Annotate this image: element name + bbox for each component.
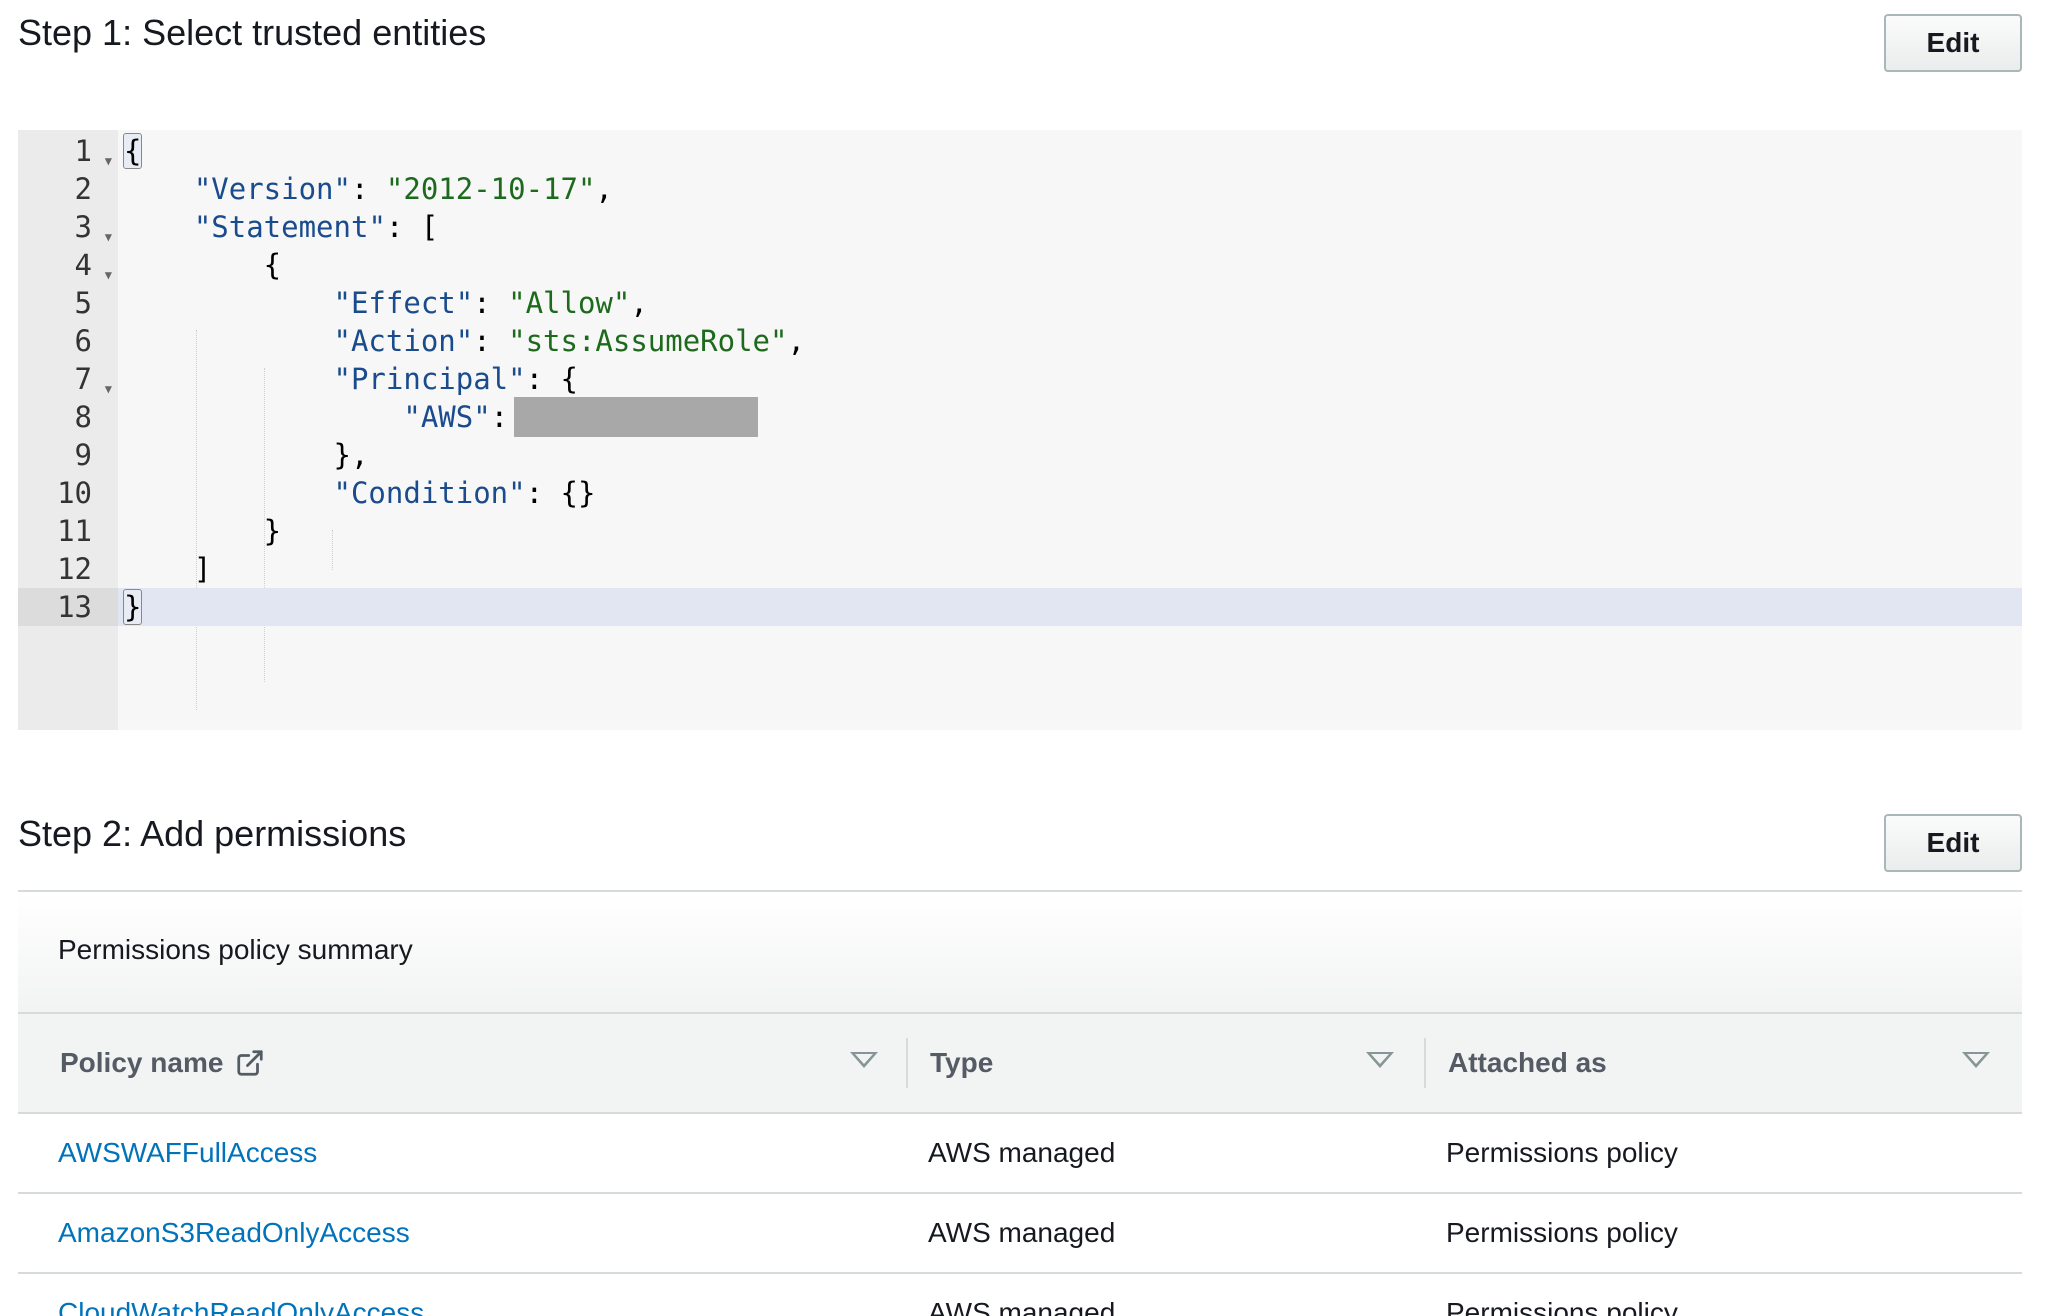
- sort-caret-down-icon[interactable]: [1962, 1052, 1990, 1068]
- external-link-icon[interactable]: [235, 1048, 265, 1078]
- policy-name-link[interactable]: AWSWAFFullAccess: [58, 1114, 317, 1192]
- json-key: "Action": [333, 324, 474, 358]
- redacted-value: [514, 397, 759, 437]
- code-line-4: 4 ▼ {: [18, 246, 2022, 284]
- json-key: "AWS": [403, 400, 491, 434]
- policy-attached-as: Permissions policy: [1446, 1137, 1678, 1168]
- trust-policy-editor[interactable]: 1 ▼ { 2 "Version": "2012-10-17", 3 ▼ "Stat…: [18, 130, 2022, 730]
- line-number: 6: [74, 324, 92, 358]
- json-key: "Version": [193, 172, 351, 206]
- code-line-11: 11 }: [57, 514, 282, 548]
- step1-edit-button[interactable]: Edit: [1884, 14, 2022, 72]
- policy-type: AWS managed: [928, 1217, 1116, 1248]
- line-number: 9: [74, 438, 92, 472]
- code-line-7: 7 ▼ "Principal": {: [18, 360, 2022, 398]
- line-number: 7: [74, 362, 92, 396]
- step1-title: Step 1: Select trusted entities: [18, 12, 487, 53]
- sort-caret-down-icon[interactable]: [850, 1052, 878, 1068]
- policy-name-link[interactable]: CloudWatchReadOnlyAccess: [58, 1274, 424, 1316]
- code-line-1: 1 ▼ {: [18, 132, 2022, 170]
- policy-attached-as: Permissions policy: [1446, 1297, 1678, 1316]
- panel-header: Permissions policy summary: [18, 892, 2022, 1014]
- table-row: AmazonS3ReadOnlyAccess AWS managed Permi…: [18, 1194, 2022, 1274]
- policy-name-link[interactable]: AmazonS3ReadOnlyAccess: [58, 1194, 410, 1272]
- json-key: "Effect": [333, 286, 474, 320]
- panel-title: Permissions policy summary: [58, 934, 413, 965]
- table-row: AWSWAFFullAccess AWS managed Permissions…: [18, 1114, 2022, 1194]
- column-divider: [1424, 1038, 1426, 1088]
- code-line-3: 3 ▼ "Statement": [: [18, 208, 2022, 246]
- line-number: 12: [57, 552, 92, 586]
- code-line-10: 10 "Condition": {}: [57, 476, 596, 510]
- json-string: "2012-10-17": [385, 172, 596, 206]
- code-line-6: 6 "Action": "sts:AssumeRole",: [74, 324, 805, 358]
- line-number: 8: [74, 400, 92, 434]
- line-number: 10: [57, 476, 92, 510]
- line-number: 5: [74, 286, 92, 320]
- policy-type: AWS managed: [928, 1137, 1116, 1168]
- json-string: "Allow": [508, 286, 631, 320]
- code-line-12: 12 ]: [57, 552, 212, 586]
- permissions-policy-panel: Permissions policy summary Policy name T…: [18, 890, 2022, 1316]
- code-line-8: 8 "AWS":: [18, 397, 2022, 437]
- column-header-attached-as[interactable]: Attached as: [1448, 1014, 2022, 1112]
- code-line-2: 2 "Version": "2012-10-17",: [74, 172, 613, 206]
- line-number: 3: [74, 210, 92, 244]
- json-string: "sts:AssumeRole": [508, 324, 788, 358]
- line-number: 4: [74, 248, 92, 282]
- policy-attached-as: Permissions policy: [1446, 1217, 1678, 1248]
- column-header-policy-name[interactable]: Policy name: [60, 1014, 910, 1112]
- json-key: "Statement": [193, 210, 386, 244]
- column-divider: [906, 1038, 908, 1088]
- line-number: 1: [74, 134, 92, 168]
- matched-brace: {: [122, 133, 143, 169]
- step2-title: Step 2: Add permissions: [18, 813, 407, 854]
- step2-edit-button[interactable]: Edit: [1884, 814, 2022, 872]
- json-key: "Condition": [333, 476, 526, 510]
- table-header: Policy name Type Attached as: [18, 1014, 2022, 1114]
- code-line-13-active: 13 }: [18, 588, 2022, 626]
- matched-brace: }: [122, 589, 143, 625]
- table-row: CloudWatchReadOnlyAccess AWS managed Per…: [18, 1274, 2022, 1316]
- line-number: 13: [57, 590, 92, 624]
- policy-type: AWS managed: [928, 1297, 1116, 1316]
- code-line-5: 5 "Effect": "Allow",: [74, 286, 648, 320]
- column-header-type[interactable]: Type: [930, 1014, 1426, 1112]
- code-line-9: 9 },: [74, 438, 369, 472]
- line-number: 2: [74, 172, 92, 206]
- sort-caret-down-icon[interactable]: [1366, 1052, 1394, 1068]
- line-number: 11: [57, 514, 92, 548]
- json-key: "Principal": [333, 362, 526, 396]
